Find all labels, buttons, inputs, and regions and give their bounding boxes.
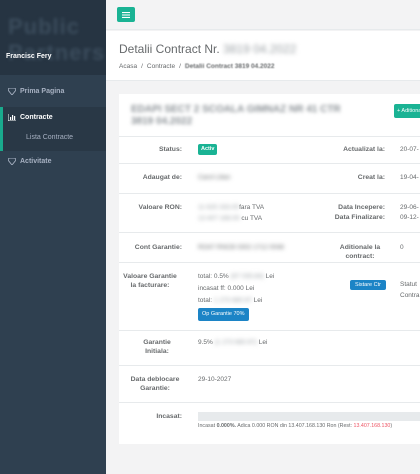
garantie-initiala-value: 9.5% (1 273 680.97) Lei: [198, 338, 267, 347]
creat-label: Creat la:: [357, 174, 385, 181]
incasat-pre: Incasat: [198, 423, 216, 429]
details-table: Status: Activ Adaugat de: Carol Lilian V…: [119, 0, 420, 474]
row-divider: [119, 365, 420, 366]
aditionale-value: 0: [400, 244, 404, 251]
valoare-cu-suffix: cu TVA: [241, 215, 263, 222]
sidebar-item-label: Activitate: [20, 157, 52, 165]
valoare-fara-suffix: fara TVA: [239, 204, 265, 211]
row-divider: [119, 262, 420, 263]
bar-chart-icon: [6, 113, 18, 121]
incasat-rest: 13.407.168.130: [353, 423, 391, 429]
sidebar-subitem-lista-contracte[interactable]: Lista Contracte: [0, 127, 106, 148]
deblocare-label: Data deblocare Garantie:: [130, 376, 180, 392]
statut-text: Statut: [400, 281, 417, 288]
gf-total-amount: 1 273 680.97: [213, 297, 252, 304]
incasat-progress-bar: [198, 412, 420, 421]
row-divider: [119, 193, 420, 194]
valoare-ron-fara-tva: 11 625 333.00fara TVA: [198, 203, 264, 212]
row-divider: [119, 163, 420, 164]
adaugat-label: Adaugat de:: [142, 174, 182, 181]
incasat-post: ): [390, 423, 393, 429]
gf-total-pct: total: 0.5% (67 035.84) Lei: [198, 272, 274, 281]
creat-value: 19-04-: [400, 174, 419, 181]
valoare-fara-amount: 11 625 333.00: [198, 204, 240, 211]
gf-total-suffix: Lei: [253, 297, 263, 304]
data-finalizare-label: Data Finalizare:: [334, 214, 385, 221]
gf-total-text: total:: [198, 297, 213, 304]
status-label: Status:: [158, 146, 182, 153]
garantie-facturare-label: Valoare Garantie la facturare:: [123, 273, 177, 289]
incasat-pct: 0.000%.: [216, 423, 236, 429]
deblocare-value: 29-10-2027: [198, 376, 232, 383]
sidebar-header: Public Partners Francisc Fery: [0, 0, 106, 75]
gf-total: total: 1 273 680.97 Lei: [198, 296, 262, 305]
incasat-mid: Adica 0.000 RON din 13.407.168.130 Ron (…: [237, 423, 353, 429]
actualizat-value: 20-07-: [400, 146, 419, 153]
cont-garantie-label: Cont Garantie:: [134, 244, 182, 251]
sistare-button-wrap: Sistare Ctr: [350, 280, 386, 290]
gf-button-wrap: Op Garantie 70%: [198, 308, 249, 321]
sidebar-item-label: Prima Pagina: [20, 87, 65, 95]
row-divider: [119, 232, 420, 233]
user-name[interactable]: Francisc Fery: [6, 53, 52, 60]
gf-pct-amount: (67 035.84): [230, 273, 264, 280]
valoare-ron-label: Valoare RON:: [138, 204, 182, 211]
gf-pct-text: total: 0.5%: [198, 273, 229, 280]
row-divider: [119, 402, 420, 403]
gi-suffix: Lei: [258, 339, 268, 346]
adaugat-value: Carol Lilian: [198, 174, 231, 181]
sistare-ctr-button[interactable]: Sistare Ctr: [350, 280, 386, 290]
garantie-initiala-label: Garantie Initiala:: [143, 339, 171, 355]
data-incepere-value: 29-06-: [400, 204, 419, 211]
statut-sub: Contra: [400, 292, 420, 299]
sidebar: Public Partners Francisc Fery Prima Pagi…: [0, 0, 106, 474]
status-value: Activ: [198, 144, 218, 155]
gi-amount: (1 273 680.97): [214, 339, 257, 346]
row-divider: [119, 136, 420, 137]
valoare-ron-cu-tva: 13 407 168.00 cu TVA: [198, 214, 262, 223]
cont-garantie-value: RO47 RNCB 0302 1712 0048: [198, 244, 285, 251]
incasat-label: Incasat:: [156, 413, 182, 420]
sidebar-item-contracte[interactable]: Contracte: [0, 107, 106, 127]
diamond-icon: [6, 87, 18, 95]
incasat-summary: Incasat 0.000%. Adica 0.000 RON din 13.4…: [198, 423, 392, 429]
row-divider: [119, 330, 420, 331]
gi-pct: 9.5%: [198, 339, 213, 346]
sidebar-item-activitate[interactable]: Activitate: [0, 151, 106, 171]
gf-incasat: incasat ff: 0.000 Lei: [198, 285, 255, 292]
gf-pct-suffix: Lei: [265, 273, 275, 280]
data-finalizare-value: 09-12-: [400, 214, 419, 221]
data-incepere-label: Data Incepere:: [338, 204, 385, 211]
diamond-icon: [6, 157, 18, 165]
actualizat-label: Actualizat la:: [343, 146, 385, 153]
valoare-cu-amount: 13 407 168.00: [198, 215, 240, 222]
op-garantie-button[interactable]: Op Garantie 70%: [198, 308, 249, 321]
sidebar-item-prima-pagina[interactable]: Prima Pagina: [0, 81, 106, 101]
sidebar-item-label: Contracte: [20, 113, 53, 121]
status-badge: Activ: [198, 144, 218, 155]
aditionale-label: Aditionale la contract:: [339, 244, 381, 260]
